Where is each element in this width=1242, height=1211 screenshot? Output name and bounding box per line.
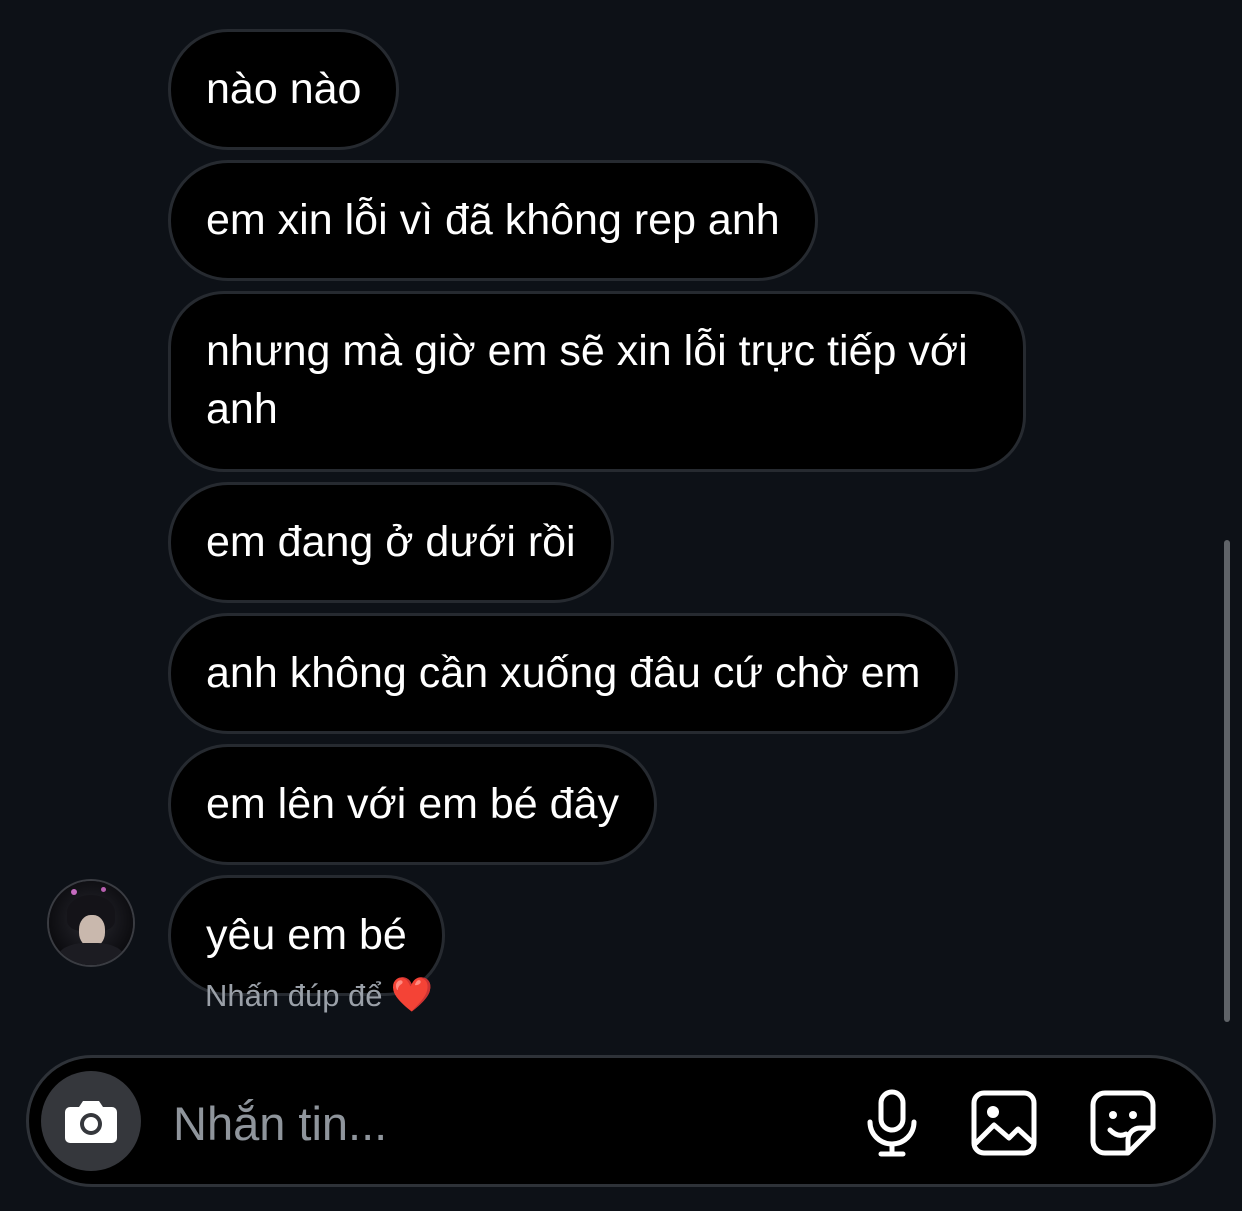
- avatar-decoration: [101, 887, 106, 892]
- message-bubble[interactable]: anh không cần xuống đâu cứ chờ em: [168, 613, 959, 734]
- message-bubble[interactable]: em lên với em bé đây: [168, 744, 657, 865]
- camera-icon: [65, 1101, 117, 1143]
- sticker-icon: [1090, 1090, 1156, 1156]
- scrollbar[interactable]: [1224, 540, 1230, 1022]
- microphone-icon: [867, 1089, 917, 1157]
- double-tap-hint: Nhấn đúp để ❤️: [205, 972, 433, 1019]
- message-input[interactable]: [171, 1092, 815, 1154]
- avatar-body: [57, 943, 125, 965]
- heart-icon: ❤️: [390, 976, 433, 1014]
- message-list[interactable]: nào nào em xin lỗi vì đã không rep anh n…: [168, 29, 1068, 1006]
- sender-avatar[interactable]: [49, 881, 133, 965]
- sticker-button[interactable]: [1088, 1088, 1158, 1158]
- message-bubble[interactable]: em xin lỗi vì đã không rep anh: [168, 160, 818, 281]
- double-tap-hint-label: Nhấn đúp để: [205, 978, 383, 1013]
- camera-button[interactable]: [41, 1071, 141, 1171]
- gallery-button[interactable]: [969, 1088, 1039, 1158]
- gallery-icon: [971, 1090, 1037, 1156]
- message-bubble[interactable]: nhưng mà giờ em sẽ xin lỗi trực tiếp với…: [168, 291, 1026, 472]
- chat-screen: nào nào em xin lỗi vì đã không rep anh n…: [0, 0, 1242, 1211]
- avatar-decoration: [71, 889, 77, 895]
- message-bubble[interactable]: nào nào: [168, 29, 400, 150]
- voice-message-button[interactable]: [857, 1088, 927, 1158]
- message-bubble[interactable]: em đang ở dưới rồi: [168, 482, 614, 603]
- message-composer: [26, 1055, 1216, 1187]
